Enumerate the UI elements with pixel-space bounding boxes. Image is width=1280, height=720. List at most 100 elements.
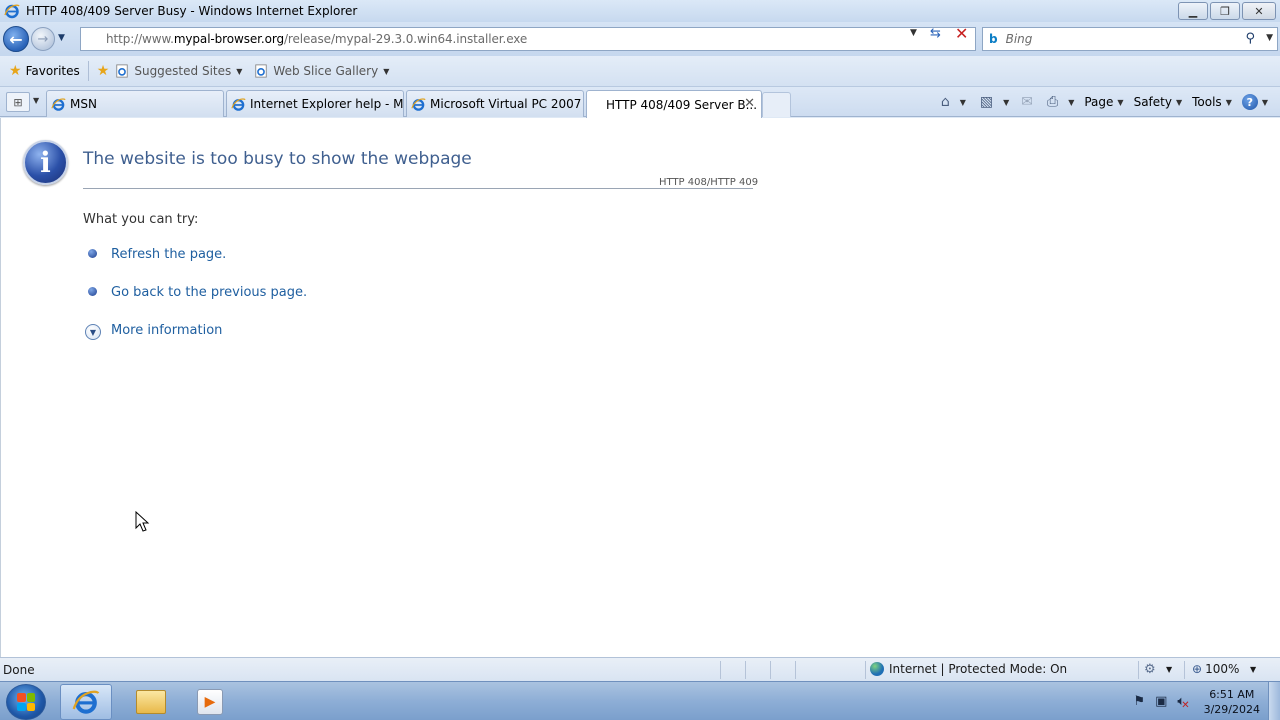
go-back-link[interactable]: Go back to the previous page. (111, 285, 307, 300)
tools-menu-label: Tools (1192, 95, 1222, 109)
tab-server-busy[interactable]: HTTP 408/409 Server B... ✕ (586, 90, 762, 118)
tab-list-dropdown-icon[interactable]: ▼ (33, 96, 39, 105)
stop-icon[interactable]: ✕ (955, 24, 968, 43)
bullet-icon (88, 249, 97, 258)
separator (1138, 661, 1139, 679)
restore-button[interactable]: ❐ (1210, 2, 1240, 20)
taskbar-media-player[interactable]: ▶ (184, 684, 236, 720)
grid-icon: ⊞ (13, 95, 23, 109)
more-information-link[interactable]: More information (111, 323, 222, 338)
quick-tabs-button[interactable]: ⊞ (6, 92, 30, 112)
refresh-icon[interactable]: ⇆ (930, 26, 941, 41)
page-menu[interactable]: Page ▼ (1084, 95, 1123, 109)
suggested-sites-label: Suggested Sites (134, 64, 232, 78)
chevron-down-icon[interactable]: ▼ (1166, 665, 1172, 674)
zoom-dropdown-icon[interactable]: ▼ (1250, 665, 1256, 674)
chevron-down-icon: ▼ (383, 66, 390, 76)
add-to-favorites-bar-icon[interactable]: ★ (97, 63, 110, 79)
try-label: What you can try: (83, 212, 199, 227)
address-dropdown-icon[interactable]: ▼ (910, 28, 917, 38)
safety-menu-label: Safety (1133, 95, 1172, 109)
clock-date: 3/29/2024 (1203, 702, 1260, 716)
home-icon[interactable]: ⌂ (941, 94, 950, 110)
close-icon: ✕ (1254, 4, 1264, 18)
info-icon: i (23, 140, 68, 185)
action-center-flag-icon[interactable]: ⚑ (1133, 694, 1145, 709)
expand-chevron-icon[interactable]: ▼ (85, 324, 101, 340)
print-dropdown-icon[interactable]: ▼ (1068, 98, 1074, 107)
minimize-icon: ▁ (1188, 4, 1198, 18)
address-url[interactable]: http://www.mypal-browser.org/release/myp… (106, 32, 527, 46)
tab-label: Microsoft Virtual PC 2007 :... (430, 97, 584, 111)
page-content: i The website is too busy to show the we… (0, 118, 1280, 657)
page-title: The website is too busy to show the webp… (83, 149, 472, 169)
search-icon[interactable]: ⚲ (1245, 31, 1255, 46)
chevron-down-icon: ▼ (1225, 97, 1232, 107)
system-tray: ⚑ ▣ 🔈︎ ✕ 6:51 AM 3/29/2024 (1123, 682, 1260, 720)
start-button[interactable] (6, 684, 46, 720)
zoom-icon: ⊕ (1192, 662, 1203, 676)
tab-bar: ⊞ ▼ MSN Internet Explorer help - Mi... M… (0, 87, 1280, 118)
ie-icon (72, 690, 100, 714)
search-box[interactable]: b Bing ⚲ ▼ (982, 27, 1278, 51)
window-title: HTTP 408/409 Server Busy - Windows Inter… (26, 4, 358, 18)
mouse-cursor-icon (135, 511, 150, 532)
address-bar[interactable]: http://www.mypal-browser.org/release/myp… (80, 27, 976, 51)
favorites-button[interactable]: Favorites (26, 64, 80, 78)
bullet-icon (88, 287, 97, 296)
status-bar: Done Internet | Protected Mode: On ⚙ ▼ ⊕… (0, 657, 1280, 681)
feeds-dropdown-icon[interactable]: ▼ (1003, 98, 1009, 107)
forward-button[interactable]: → (31, 27, 55, 51)
help-menu[interactable]: ? ▼ (1241, 94, 1268, 110)
tab-ie-help[interactable]: Internet Explorer help - Mi... (226, 90, 404, 117)
ie-page-icon (255, 64, 268, 78)
recent-pages-dropdown[interactable]: ▼ (58, 33, 65, 43)
taskbar-windows-explorer[interactable] (125, 684, 177, 720)
chevron-down-icon: ▼ (1261, 97, 1268, 107)
page-menu-label: Page (1084, 95, 1114, 109)
folder-icon (136, 690, 166, 714)
mail-icon[interactable]: ✉ (1021, 94, 1033, 110)
close-window-button[interactable]: ✕ (1242, 2, 1276, 20)
clock[interactable]: 6:51 AM 3/29/2024 (1204, 687, 1260, 717)
favorites-bar: ★ Favorites ★ Suggested Sites ▼ Web Slic… (0, 56, 1280, 87)
tab-label: Internet Explorer help - Mi... (250, 97, 404, 111)
new-tab-button[interactable] (762, 92, 791, 117)
refresh-page-link[interactable]: Refresh the page. (111, 247, 226, 262)
error-code: HTTP 408/HTTP 409 (659, 177, 759, 188)
command-bar: ⌂ ▼ ▧ ▼ ✉ ⎙ ▼ Page ▼ Safety ▼ Tools ▼ ? ▼ (941, 91, 1268, 113)
divider (83, 188, 753, 189)
separator (1184, 661, 1185, 679)
ie-page-icon (116, 64, 129, 78)
tools-menu[interactable]: Tools ▼ (1192, 95, 1232, 109)
navigation-bar: ← → ▼ http://www.mypal-browser.org/relea… (0, 22, 1280, 56)
help-icon: ? (1241, 94, 1258, 110)
status-text: Done (3, 663, 35, 677)
security-zone[interactable]: Internet | Protected Mode: On (870, 662, 1067, 676)
tab-msn[interactable]: MSN (46, 90, 224, 117)
taskbar-internet-explorer[interactable] (60, 684, 112, 720)
safety-menu[interactable]: Safety ▼ (1134, 95, 1183, 109)
search-options-dropdown-icon[interactable]: ▼ (1266, 33, 1273, 43)
protected-mode-gear-icon[interactable]: ⚙ (1144, 662, 1156, 677)
chevron-down-icon: ▼ (1117, 97, 1124, 107)
suggested-sites-item[interactable]: Suggested Sites ▼ (115, 64, 242, 78)
print-icon[interactable]: ⎙ (1047, 94, 1058, 110)
feeds-icon[interactable]: ▧ (980, 94, 993, 110)
show-desktop-button[interactable] (1268, 682, 1280, 720)
favorites-star-icon: ★ (9, 63, 22, 79)
home-dropdown-icon[interactable]: ▼ (960, 98, 966, 107)
forward-arrow-icon: → (37, 31, 49, 47)
zone-label: Internet | Protected Mode: On (889, 662, 1068, 676)
windows-logo-icon (17, 693, 35, 711)
close-tab-icon[interactable]: ✕ (744, 96, 755, 111)
bing-icon: b (989, 32, 998, 46)
minimize-button[interactable]: ▁ (1178, 2, 1208, 20)
back-button[interactable]: ← (3, 26, 29, 52)
network-icon[interactable]: ▣ (1155, 694, 1167, 709)
web-slice-gallery-item[interactable]: Web Slice Gallery ▼ (254, 64, 389, 78)
ie-icon (4, 4, 20, 19)
tab-virtual-pc[interactable]: Microsoft Virtual PC 2007 :... (406, 90, 584, 117)
zoom-control[interactable]: ⊕ 100% (1192, 662, 1239, 676)
search-placeholder: Bing (1005, 32, 1033, 46)
